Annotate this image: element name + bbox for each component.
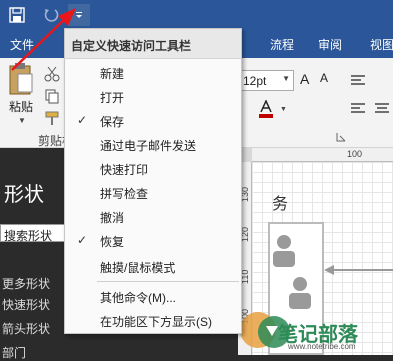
font-color-dropdown-icon[interactable]: ▼	[280, 106, 287, 113]
page-title: 务	[272, 196, 289, 213]
paste-button[interactable]: 粘贴	[9, 98, 33, 115]
align-center-icon[interactable]	[374, 102, 390, 116]
font-color-icon[interactable]	[258, 100, 274, 118]
menu-separator	[97, 281, 239, 282]
customize-qat-icon[interactable]	[68, 4, 90, 26]
menu-item-label: 触摸/鼠标模式	[100, 261, 176, 275]
save-icon[interactable]	[6, 4, 28, 26]
chevron-down-icon: ▼	[282, 74, 290, 83]
department-shapes-item[interactable]: 部门	[2, 344, 26, 361]
menu-item-spelling[interactable]: 拼写检查	[65, 181, 241, 205]
grow-font-button[interactable]: A	[300, 71, 309, 87]
check-icon: ✓	[77, 113, 88, 127]
menu-item-label: 保存	[100, 115, 125, 129]
tab-file[interactable]: 文件	[10, 36, 34, 53]
menu-item-save[interactable]: ✓ 保存	[65, 109, 241, 133]
cut-icon[interactable]	[44, 66, 60, 82]
menu-item-label: 快速打印	[100, 163, 149, 177]
font-size-value: 12pt	[243, 74, 267, 88]
horizontal-ruler: 100	[252, 148, 393, 162]
paste-dropdown-icon[interactable]: ▼	[18, 116, 26, 125]
tab-review[interactable]: 审阅	[318, 36, 342, 53]
format-painter-icon[interactable]	[44, 110, 60, 126]
tab-view[interactable]: 视图	[370, 36, 393, 53]
align-top-icon[interactable]	[350, 74, 366, 88]
quick-shapes-item[interactable]: 快速形状	[2, 296, 50, 313]
menu-item-quick-print[interactable]: 快速打印	[65, 157, 241, 181]
menu-item-label: 撤消	[100, 211, 125, 225]
shape-search-input[interactable]: 搜索形状	[0, 224, 68, 243]
connector-arrow[interactable]	[324, 265, 393, 275]
menu-header-title: 自定义快速访问工具栏	[71, 39, 192, 53]
menu-item-email[interactable]: 通过电子邮件发送	[65, 133, 241, 157]
menu-item-touch-mode[interactable]: 触摸/鼠标模式	[65, 255, 241, 279]
menu-item-redo[interactable]: ✓ 恢复	[65, 229, 241, 253]
undo-icon[interactable]	[40, 4, 62, 26]
arrow-shapes-item[interactable]: 箭头形状	[2, 320, 50, 337]
menu-item-undo[interactable]: 撤消	[65, 205, 241, 229]
shapes-pane-title: 形状	[4, 184, 44, 206]
watermark-url: www.notetribe.com	[288, 342, 356, 351]
shape-search-text: 搜索形状	[4, 229, 53, 243]
copy-icon[interactable]	[44, 88, 60, 104]
quick-access-toolbar	[0, 0, 393, 30]
paste-icon[interactable]	[8, 62, 34, 96]
menu-item-label: 拼写检查	[100, 187, 149, 201]
tab-process[interactable]: 流程	[270, 36, 294, 53]
person-icon[interactable]	[270, 233, 298, 269]
menu-item-open[interactable]: 打开	[65, 85, 241, 109]
customize-qat-menu: 自定义快速访问工具栏 新建 打开 ✓ 保存 通过电子邮件发送 快速打印 拼写检查 …	[64, 28, 242, 334]
menu-item-label: 打开	[100, 91, 125, 105]
menu-item-new[interactable]: 新建	[65, 61, 241, 85]
menu-item-more-commands[interactable]: 其他命令(M)...	[65, 285, 241, 309]
menu-item-label: 新建	[100, 67, 125, 81]
menu-item-label: 恢复	[100, 235, 125, 249]
menu-item-label: 通过电子邮件发送	[100, 139, 197, 153]
shrink-font-button[interactable]: A	[320, 71, 328, 85]
ruler-label: 100	[347, 149, 363, 159]
more-shapes-link[interactable]: 更多形状	[2, 275, 50, 292]
menu-item-label: 在功能区下方显示(S)	[100, 315, 212, 329]
menu-item-label: 其他命令(M)...	[100, 291, 176, 305]
menu-header: 自定义快速访问工具栏	[65, 29, 241, 59]
check-icon: ✓	[77, 233, 88, 247]
font-dialog-launcher-icon[interactable]	[336, 132, 346, 142]
menu-item-show-below-ribbon[interactable]: 在功能区下方显示(S)	[65, 309, 241, 333]
align-left-icon[interactable]	[350, 102, 366, 116]
font-size-dropdown[interactable]: 12pt ▼	[238, 70, 294, 91]
